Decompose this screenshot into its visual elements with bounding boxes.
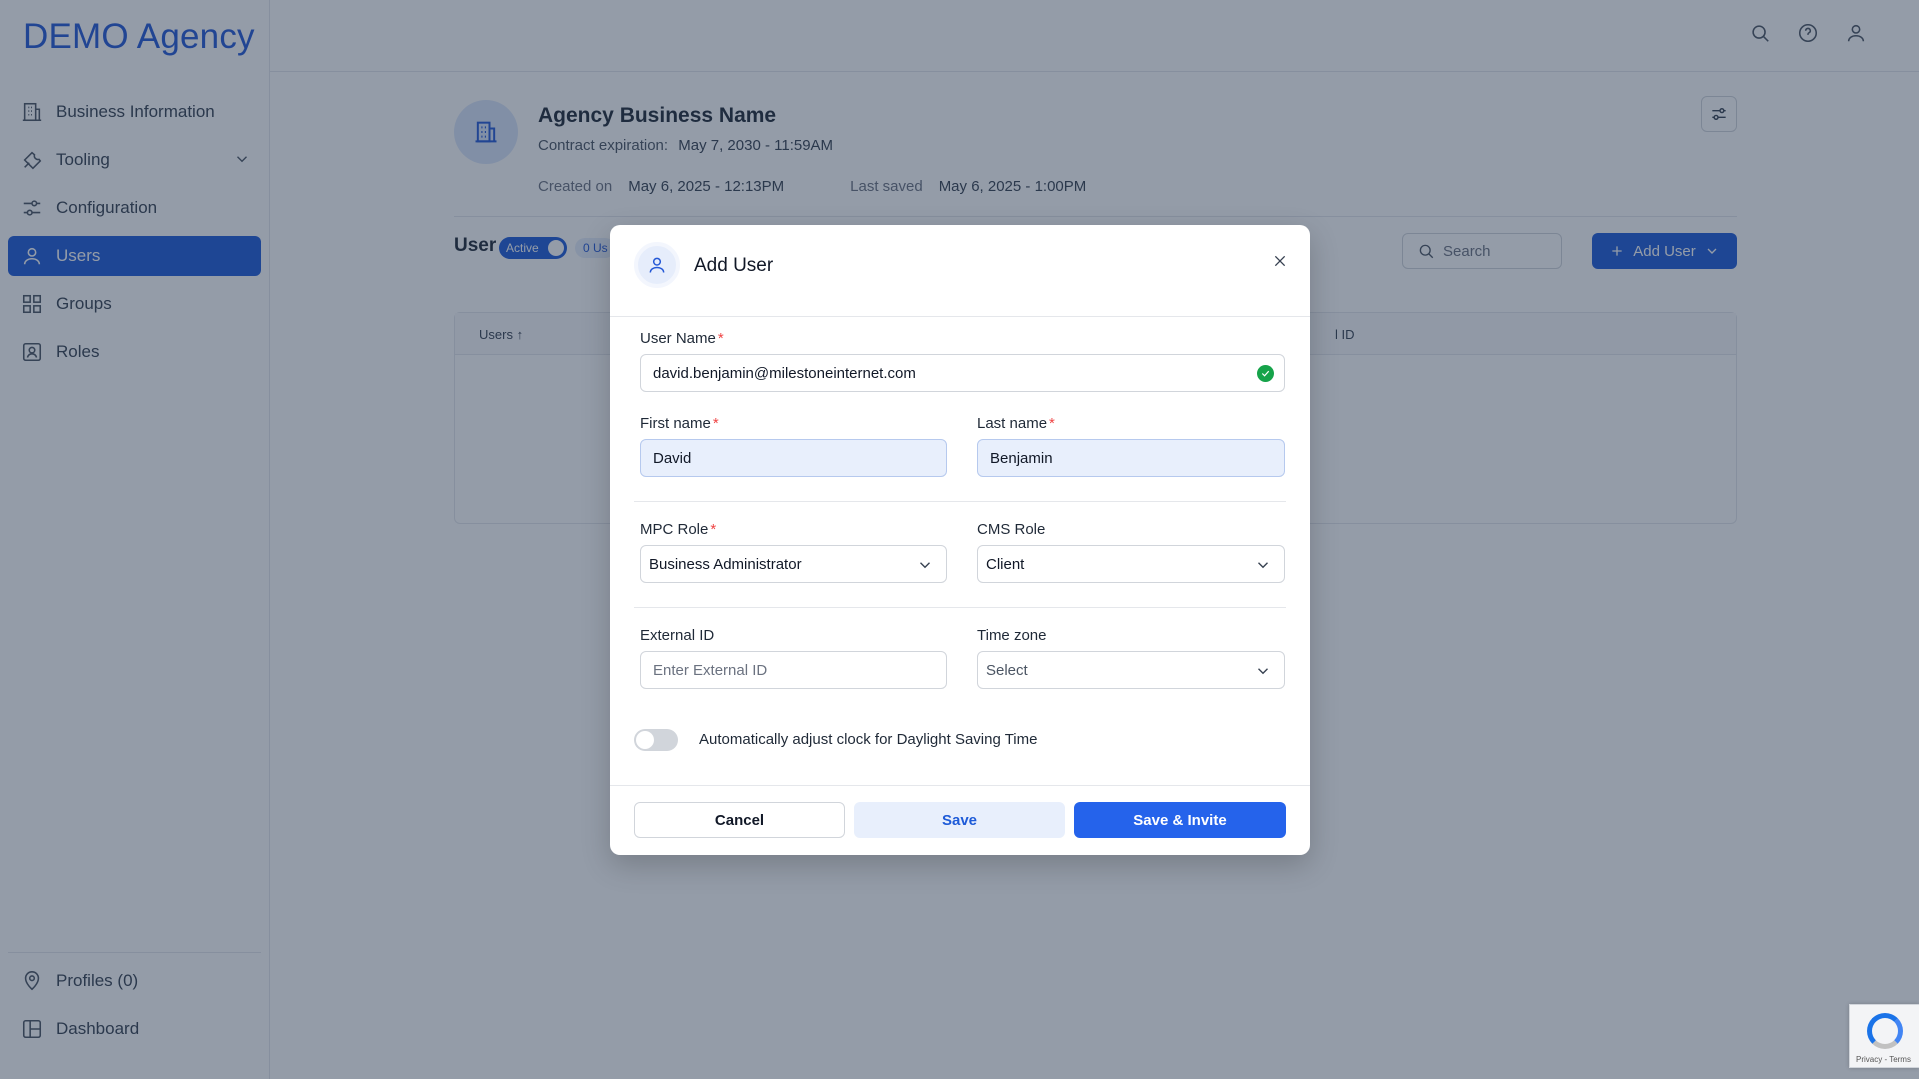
time-zone-select[interactable]: Select <box>977 651 1285 689</box>
first-name-field[interactable]: David <box>640 439 947 477</box>
modal-header: Add User <box>610 225 1310 317</box>
cms-role-select[interactable]: Client <box>977 545 1285 583</box>
time-zone-label: Time zone <box>977 627 1047 644</box>
time-zone-value: Select <box>986 661 1028 679</box>
chevron-down-icon <box>1254 556 1272 578</box>
save-and-invite-button[interactable]: Save & Invite <box>1074 802 1286 838</box>
username-label: User Name * <box>640 330 724 347</box>
username-field[interactable]: david.benjamin@milestoneinternet.com <box>640 354 1285 392</box>
save-button[interactable]: Save <box>854 802 1065 838</box>
modal-footer: Cancel Save Save & Invite <box>610 785 1310 855</box>
external-id-placeholder: Enter External ID <box>653 661 768 679</box>
chevron-down-icon <box>916 556 934 578</box>
username-value: david.benjamin@milestoneinternet.com <box>653 364 916 382</box>
dst-toggle[interactable] <box>634 729 678 751</box>
first-name-label: First name * <box>640 415 719 432</box>
check-circle-icon <box>1257 365 1274 382</box>
mpc-role-value: Business Administrator <box>649 555 802 573</box>
external-id-field[interactable]: Enter External ID <box>640 651 947 689</box>
last-name-field[interactable]: Benjamin <box>977 439 1285 477</box>
cancel-button[interactable]: Cancel <box>634 802 845 838</box>
add-user-modal: Add User User Name * david.benjamin@miles… <box>610 225 1310 855</box>
modal-title: Add User <box>694 255 774 276</box>
divider <box>634 607 1286 608</box>
external-id-label: External ID <box>640 627 715 644</box>
close-icon[interactable] <box>1270 251 1290 271</box>
cms-role-value: Client <box>986 555 1025 573</box>
cms-role-label: CMS Role <box>977 521 1046 538</box>
mpc-role-select[interactable]: Business Administrator <box>640 545 947 583</box>
user-icon <box>634 242 680 288</box>
dst-label: Automatically adjust clock for Daylight … <box>699 731 1038 748</box>
divider <box>634 501 1286 502</box>
first-name-value: David <box>653 449 692 467</box>
mpc-role-label: MPC Role * <box>640 521 717 538</box>
recaptcha-text: Privacy - Terms <box>1856 1055 1911 1064</box>
recaptcha-icon <box>1867 1013 1903 1049</box>
recaptcha-badge[interactable]: Privacy - Terms <box>1849 1004 1919 1068</box>
last-name-value: Benjamin <box>990 449 1053 467</box>
last-name-label: Last name * <box>977 415 1055 432</box>
chevron-down-icon <box>1254 662 1272 684</box>
